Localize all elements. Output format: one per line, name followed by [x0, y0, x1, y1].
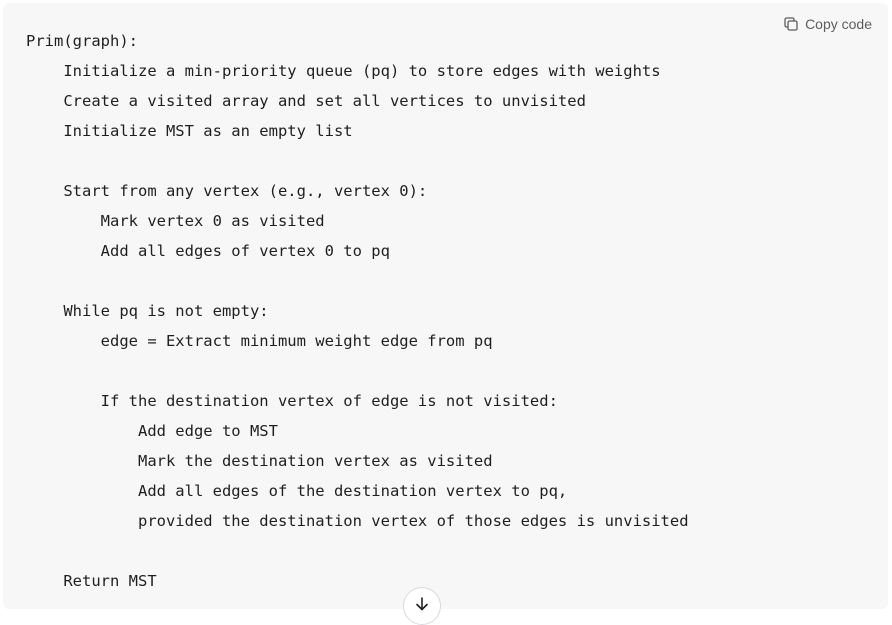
- code-line: Initialize MST as an empty list: [26, 122, 353, 140]
- code-content: Prim(graph): Initialize a min-priority q…: [26, 26, 689, 596]
- code-line: Return MST: [26, 572, 157, 590]
- arrow-down-icon: [413, 595, 431, 613]
- code-line: provided the destination vertex of those…: [26, 512, 689, 530]
- code-line: edge = Extract minimum weight edge from …: [26, 332, 493, 350]
- scroll-to-bottom-button[interactable]: [403, 587, 441, 625]
- code-line: Initialize a min-priority queue (pq) to …: [26, 62, 661, 80]
- copy-code-label: Copy code: [805, 16, 872, 32]
- code-line: Mark vertex 0 as visited: [26, 212, 325, 230]
- code-line: If the destination vertex of edge is not…: [26, 392, 558, 410]
- code-line: Add edge to MST: [26, 422, 278, 440]
- copy-code-button[interactable]: Copy code: [783, 16, 872, 32]
- code-block: Copy code Prim(graph): Initialize a min-…: [3, 3, 888, 609]
- code-line: Add all edges of the destination vertex …: [26, 482, 568, 500]
- code-line: Prim(graph):: [26, 32, 138, 50]
- code-line: Start from any vertex (e.g., vertex 0):: [26, 182, 428, 200]
- code-line: Mark the destination vertex as visited: [26, 452, 493, 470]
- copy-icon: [783, 16, 799, 32]
- code-line: Create a visited array and set all verti…: [26, 92, 586, 110]
- code-line: Add all edges of vertex 0 to pq: [26, 242, 390, 260]
- code-line: While pq is not empty:: [26, 302, 269, 320]
